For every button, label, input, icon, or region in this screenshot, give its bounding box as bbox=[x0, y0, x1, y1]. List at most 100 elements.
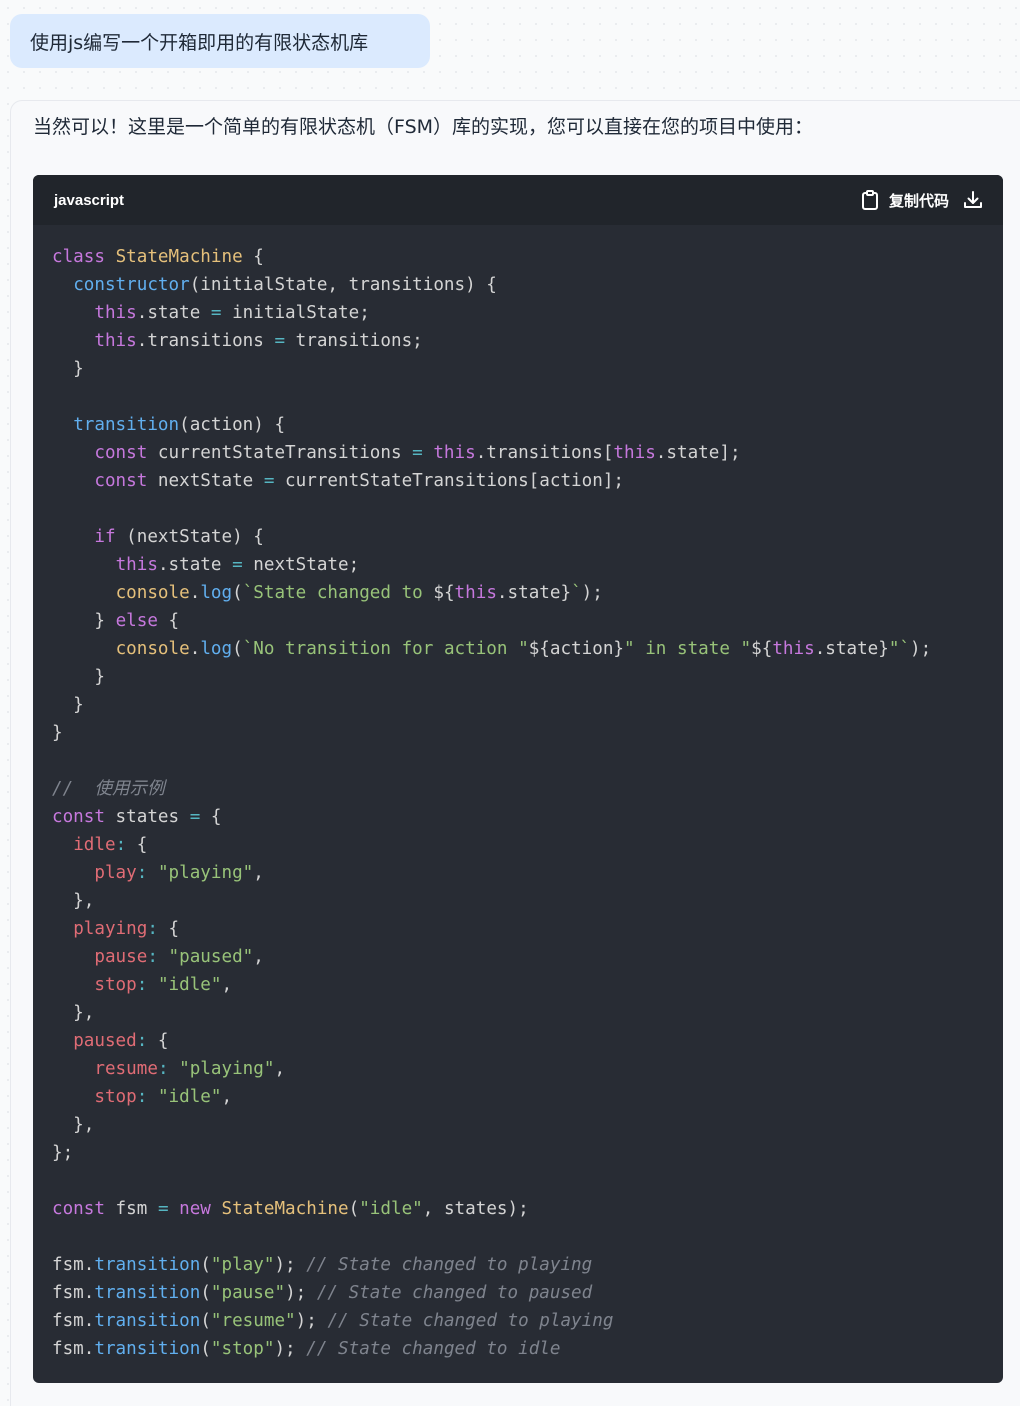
code-line: stop: "idle", bbox=[52, 971, 1003, 999]
code-token: "paused" bbox=[168, 947, 254, 967]
code-token: "playing" bbox=[157, 863, 254, 883]
code-token: "` bbox=[888, 639, 911, 659]
code-token: fsm. bbox=[52, 1283, 95, 1303]
code-token: fsm. bbox=[52, 1339, 95, 1359]
code-token: .transitions bbox=[136, 331, 275, 351]
code-token: stop bbox=[94, 1087, 137, 1107]
copy-code-button[interactable]: 复制代码 bbox=[861, 190, 949, 211]
copy-code-label: 复制代码 bbox=[888, 191, 949, 210]
code-token: "pause" bbox=[210, 1283, 286, 1303]
code-token: : bbox=[147, 947, 158, 967]
code-token: ( bbox=[232, 583, 243, 603]
code-token: "idle" bbox=[157, 975, 222, 995]
code-token: .state} bbox=[496, 583, 572, 603]
code-token: // State changed to playing bbox=[327, 1311, 614, 1331]
code-token: .transitions[ bbox=[475, 443, 614, 463]
code-token: pause bbox=[94, 947, 148, 967]
code-token: (nextState) { bbox=[115, 527, 264, 547]
code-token: ( bbox=[200, 1339, 211, 1359]
code-token: initialState; bbox=[221, 303, 370, 323]
code-token: resume bbox=[94, 1059, 158, 1079]
code-token: . bbox=[189, 639, 201, 659]
code-line: constructor(initialState, transitions) { bbox=[52, 271, 1003, 299]
code-token: transitions; bbox=[285, 331, 423, 351]
code-token: if bbox=[94, 527, 116, 547]
code-token: StateMachine bbox=[115, 247, 243, 267]
code-line: ​ bbox=[52, 1223, 1003, 1251]
code-token: ( bbox=[200, 1255, 211, 1275]
code-token: `State changed to bbox=[242, 583, 434, 603]
code-token: = bbox=[189, 807, 201, 827]
code-token: // 使用示例 bbox=[52, 779, 165, 799]
code-token: { bbox=[242, 247, 264, 267]
code-token: ( bbox=[232, 639, 243, 659]
code-token: play bbox=[94, 863, 137, 883]
code-token: (initialState, transitions) { bbox=[189, 275, 497, 295]
code-line: transition(action) { bbox=[52, 411, 1003, 439]
code-token: }, bbox=[52, 1115, 95, 1135]
code-token: this bbox=[115, 555, 158, 575]
code-token: "resume" bbox=[210, 1311, 296, 1331]
code-token: ${ bbox=[433, 583, 455, 603]
code-token: stop bbox=[94, 975, 137, 995]
code-token: ); bbox=[274, 1255, 307, 1275]
code-token: transition bbox=[73, 415, 180, 435]
code-token: ); bbox=[910, 639, 932, 659]
download-code-button[interactable] bbox=[963, 190, 983, 210]
code-token: = bbox=[412, 443, 423, 463]
code-token: , bbox=[221, 975, 233, 995]
code-language-label: javascript bbox=[54, 191, 125, 209]
code-token: log bbox=[200, 583, 233, 603]
code-token: ); bbox=[285, 1283, 317, 1303]
code-line: }, bbox=[52, 887, 1003, 915]
code-token: .state]; bbox=[655, 443, 741, 463]
user-message-text: 使用js编写一个开箱即用的有限状态机库 bbox=[30, 31, 369, 54]
code-line: pause: "paused", bbox=[52, 943, 1003, 971]
code-token: nextState bbox=[147, 471, 264, 491]
code-token: } bbox=[52, 611, 116, 631]
code-line: }, bbox=[52, 999, 1003, 1027]
code-line: console.log(`State changed to ${this.sta… bbox=[52, 579, 1003, 607]
code-token: . bbox=[189, 583, 201, 603]
code-token: const bbox=[52, 1199, 105, 1219]
code-line: }; bbox=[52, 1139, 1003, 1167]
code-token: = bbox=[263, 471, 275, 491]
code-token: console bbox=[115, 639, 190, 659]
code-token: " in state " bbox=[624, 639, 752, 659]
code-line: const fsm = new StateMachine("idle", sta… bbox=[52, 1195, 1003, 1223]
code-line: } bbox=[52, 719, 1003, 747]
code-token: this bbox=[94, 331, 137, 351]
code-token: }; bbox=[52, 1143, 74, 1163]
code-line: this.state = initialState; bbox=[52, 299, 1003, 327]
code-token: constructor bbox=[73, 275, 190, 295]
code-line: const currentStateTransitions = this.tra… bbox=[52, 439, 1003, 467]
code-token: else bbox=[115, 611, 158, 631]
code-token: "idle" bbox=[157, 1087, 222, 1107]
code-token: : bbox=[136, 863, 148, 883]
code-token: ); bbox=[581, 583, 603, 603]
code-token: ${ bbox=[751, 639, 773, 659]
code-token: ); bbox=[295, 1311, 328, 1331]
code-token: `No transition for action " bbox=[242, 639, 529, 659]
code-token: "playing" bbox=[179, 1059, 275, 1079]
code-token: idle bbox=[73, 835, 116, 855]
code-token: states bbox=[104, 807, 190, 827]
code-line: play: "playing", bbox=[52, 859, 1003, 887]
user-message-bubble: 使用js编写一个开箱即用的有限状态机库 bbox=[10, 14, 430, 68]
code-token: // State changed to playing bbox=[306, 1255, 593, 1275]
code-token: , bbox=[253, 863, 264, 883]
code-token: currentStateTransitions[action]; bbox=[274, 471, 625, 491]
code-block-header: javascript 复制代码 bbox=[33, 175, 1003, 225]
